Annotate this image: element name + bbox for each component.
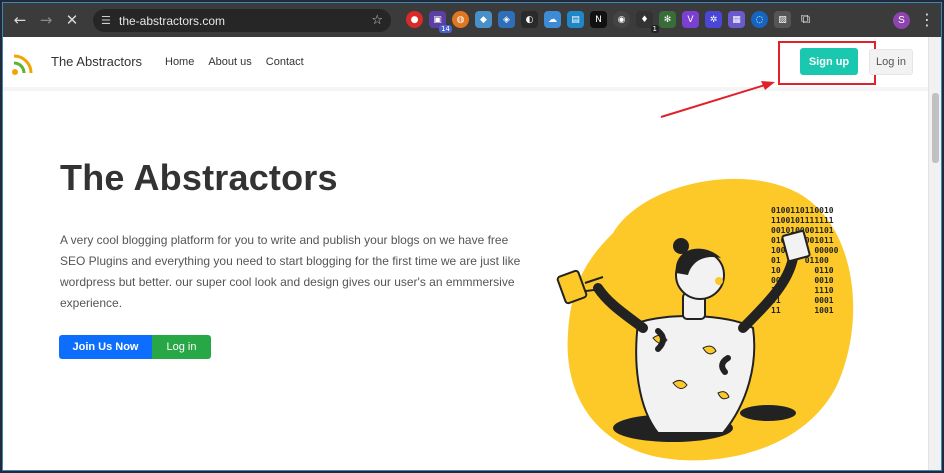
back-icon[interactable]: ←: [7, 7, 33, 33]
layout-extension-icon[interactable]: ▦: [728, 11, 745, 28]
join-us-button[interactable]: Join Us Now: [59, 335, 152, 359]
binary-line: 01 0001: [771, 296, 834, 305]
browser-menu-icon[interactable]: ⋮: [919, 10, 935, 29]
chat-extension-icon[interactable]: ◆: [475, 11, 492, 28]
browser-window: ← → ✕ ☰ the-abstractors.com ☆ ● ▣ 14 ◍ ◆ …: [2, 2, 942, 471]
gear-extension-icon[interactable]: ✲: [705, 11, 722, 28]
profile-avatar[interactable]: S: [893, 12, 910, 29]
translate-extension-icon[interactable]: ▤: [567, 11, 584, 28]
browser-toolbar: ← → ✕ ☰ the-abstractors.com ☆ ● ▣ 14 ◍ ◆ …: [3, 3, 941, 37]
scrollbar-thumb[interactable]: [932, 93, 939, 163]
hero-illustration: 0100110110010 1100101111111 001010000110…: [556, 178, 854, 461]
hero-title: The Abstractors: [60, 157, 338, 198]
brand-name[interactable]: The Abstractors: [51, 54, 142, 69]
address-bar[interactable]: ☰ the-abstractors.com ☆: [93, 9, 391, 32]
shield-extension-icon[interactable]: ◈: [498, 11, 515, 28]
binary-code-block: 0100110110010 1100101111111 001010000110…: [771, 206, 839, 315]
panda-extension-icon[interactable]: ◉: [613, 11, 630, 28]
nav-link-contact[interactable]: Contact: [266, 56, 304, 68]
ublock-extension-icon[interactable]: ●: [406, 11, 423, 28]
rss-logo-icon[interactable]: [11, 52, 37, 76]
annotation-arrow: [660, 81, 775, 118]
site-settings-icon[interactable]: ☰: [101, 14, 119, 27]
nav-link-about[interactable]: About us: [208, 56, 251, 68]
stop-loading-icon[interactable]: ✕: [59, 7, 85, 33]
notion-extension-icon[interactable]: N: [590, 11, 607, 28]
hole-shape: [740, 405, 796, 421]
ext-count-badge: 1: [650, 25, 659, 33]
binary-line: 10 0110: [771, 266, 834, 275]
navbar-login-button[interactable]: Log in: [869, 49, 913, 75]
dark-extension-icon[interactable]: ◐: [521, 11, 538, 28]
bug-extension-icon[interactable]: ✻: [659, 11, 676, 28]
hero-login-button[interactable]: Log in: [152, 335, 211, 359]
binary-line: 1100101111111: [771, 216, 834, 225]
bookmark-star-icon[interactable]: ☆: [371, 13, 383, 28]
nav-links: Home About us Contact: [165, 56, 318, 68]
puzzle-extensions-icon[interactable]: ⧉: [797, 11, 814, 28]
tab-counter-extension-icon[interactable]: ▣ 14: [429, 11, 452, 33]
site-navbar: The Abstractors Home About us Contact Si…: [3, 37, 928, 91]
screenshot-extension-icon[interactable]: ▨: [774, 11, 791, 28]
signup-button[interactable]: Sign up: [800, 48, 858, 75]
vue-extension-icon[interactable]: V: [682, 11, 699, 28]
sync-extension-icon[interactable]: ◌: [751, 11, 768, 28]
tab-count-badge: 14: [439, 25, 452, 33]
web-page: The Abstractors Home About us Contact Si…: [3, 37, 928, 470]
address-url[interactable]: the-abstractors.com: [119, 14, 371, 28]
bell-extension-icon[interactable]: ♦ 1: [636, 11, 659, 33]
extensions-bar: ● ▣ 14 ◍ ◆ ◈ ◐ ☁ ▤ N ◉ ♦ 1 ✻ V ✲ ▦ ◌ ▨ ⧉: [406, 11, 814, 33]
hero-description: A very cool blogging platform for you to…: [60, 233, 521, 310]
forward-icon[interactable]: →: [33, 7, 59, 33]
page-scrollbar[interactable]: [928, 37, 941, 470]
cookie-extension-icon[interactable]: ◍: [452, 11, 469, 28]
binary-line: 11 1001: [771, 306, 834, 315]
binary-line: 0100110110010: [771, 206, 834, 215]
nav-link-home[interactable]: Home: [165, 56, 194, 68]
cloud-extension-icon[interactable]: ☁: [544, 11, 561, 28]
